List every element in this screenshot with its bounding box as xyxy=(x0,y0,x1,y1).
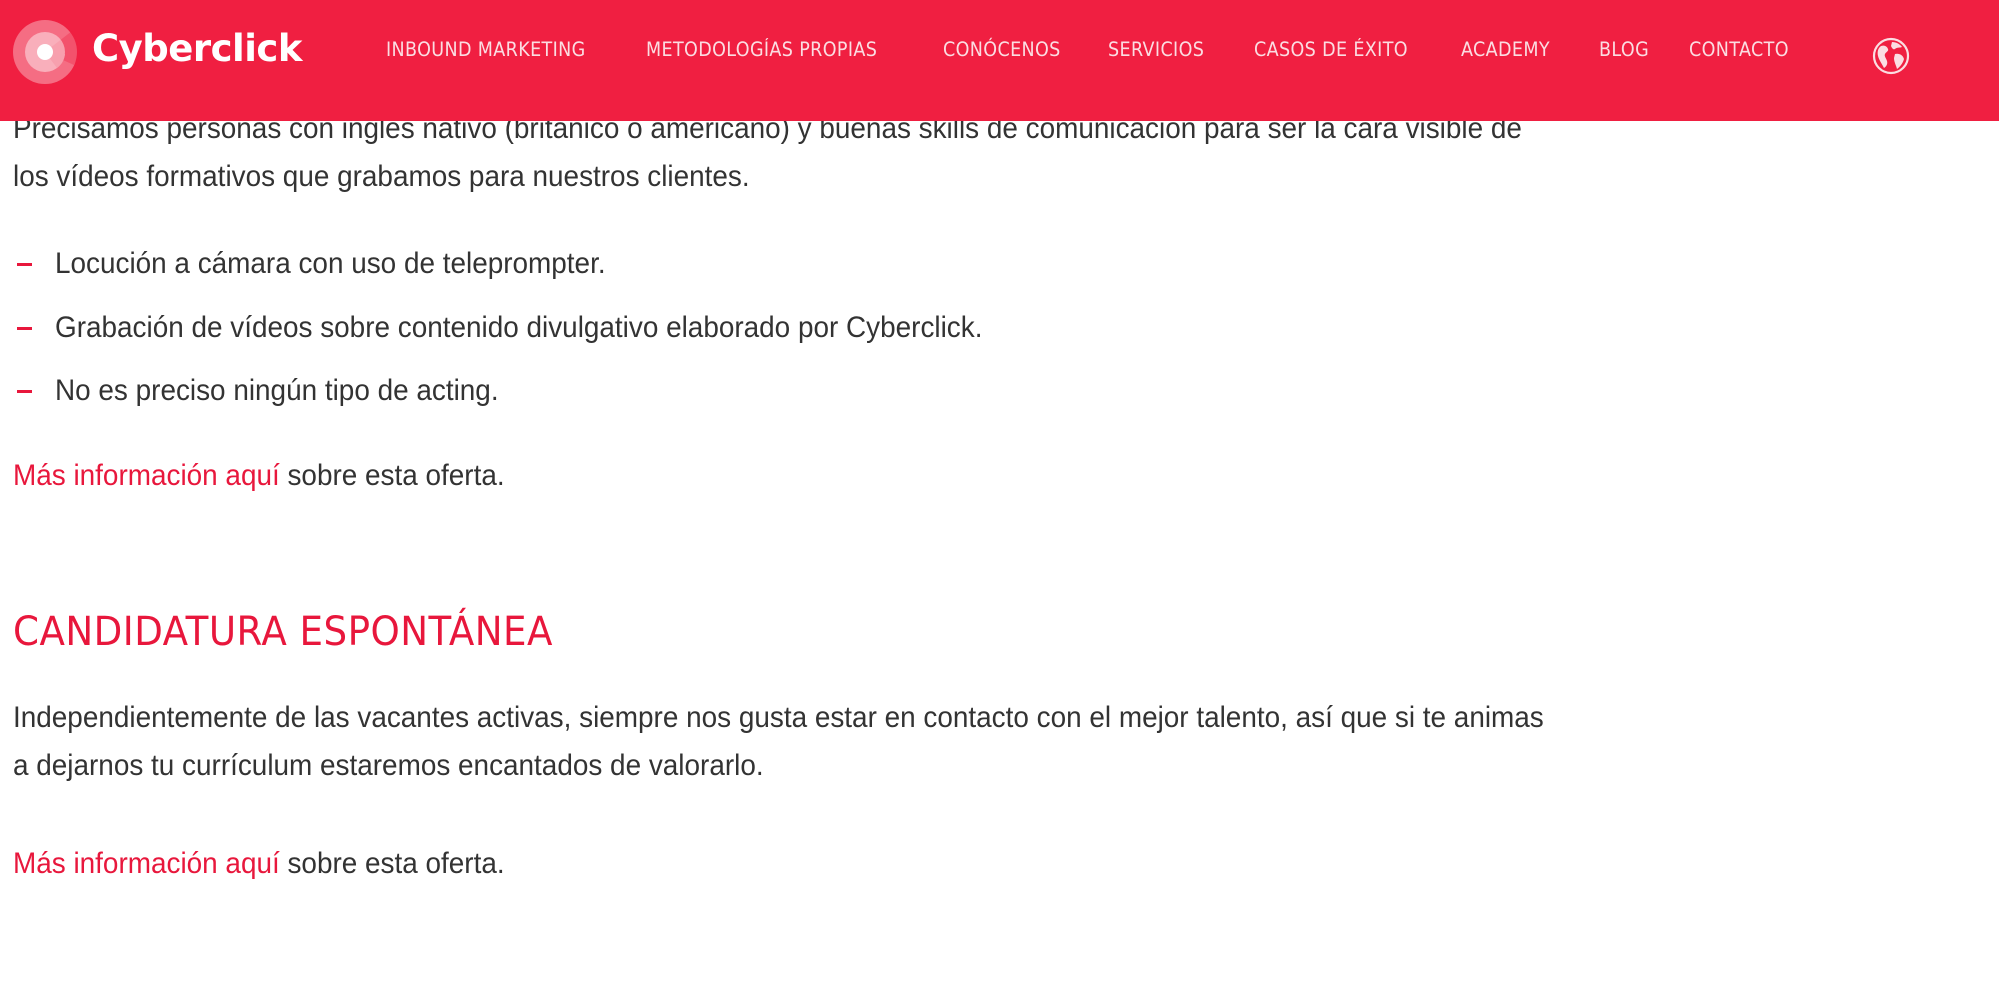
nav-servicios[interactable]: SERVICIOS xyxy=(1108,38,1204,61)
nav-inbound-marketing[interactable]: INBOUND MARKETING xyxy=(386,38,586,61)
spontaneous-more-info: Más información aquí sobre esta oferta. xyxy=(13,840,505,888)
nav-casos-de-exito[interactable]: CASOS DE ÉXITO xyxy=(1254,38,1408,61)
spontaneous-description-line: Independientemente de las vacantes activ… xyxy=(13,701,1544,734)
more-info-link[interactable]: Más información aquí xyxy=(13,459,280,492)
nav-metodologias-propias[interactable]: METODOLOGÍAS PROPIAS xyxy=(646,38,877,61)
list-item: Grabación de vídeos sobre contenido divu… xyxy=(13,304,1213,352)
dash-bullet-icon xyxy=(17,390,32,393)
more-info-suffix: sobre esta oferta. xyxy=(279,459,505,492)
logo-target-icon xyxy=(13,20,78,84)
list-item-text: No es preciso ningún tipo de acting. xyxy=(55,374,499,407)
language-selector[interactable] xyxy=(1872,37,1910,75)
dash-bullet-icon xyxy=(17,263,32,266)
brand-name: Cyberclick xyxy=(92,27,302,70)
list-item: Locución a cámara con uso de teleprompte… xyxy=(13,240,1213,288)
dash-bullet-icon xyxy=(17,327,32,330)
nav-conocenos[interactable]: CONÓCENOS xyxy=(943,38,1061,61)
brand-logo[interactable]: Cyberclick xyxy=(12,19,302,85)
more-info-link[interactable]: Más información aquí xyxy=(13,847,280,880)
spontaneous-description-line: a dejarnos tu currículum estaremos encan… xyxy=(13,749,764,782)
more-info-suffix: sobre esta oferta. xyxy=(279,847,505,880)
nav-blog[interactable]: BLOG xyxy=(1599,38,1649,61)
offer-more-info: Más información aquí sobre esta oferta. xyxy=(13,452,505,500)
list-item: No es preciso ningún tipo de acting. xyxy=(13,367,1213,415)
offer-description-line: los vídeos formativos que grabamos para … xyxy=(13,160,750,193)
section-title: CANDIDATURA ESPONTÁNEA xyxy=(13,609,553,655)
nav-academy[interactable]: ACADEMY xyxy=(1461,38,1550,61)
globe-icon xyxy=(1872,37,1910,75)
site-header: Cyberclick INBOUND MARKETING METODOLOGÍA… xyxy=(0,0,1999,121)
nav-contacto[interactable]: CONTACTO xyxy=(1689,38,1789,61)
list-item-text: Locución a cámara con uso de teleprompte… xyxy=(55,247,606,280)
list-item-text: Grabación de vídeos sobre contenido divu… xyxy=(55,311,983,344)
